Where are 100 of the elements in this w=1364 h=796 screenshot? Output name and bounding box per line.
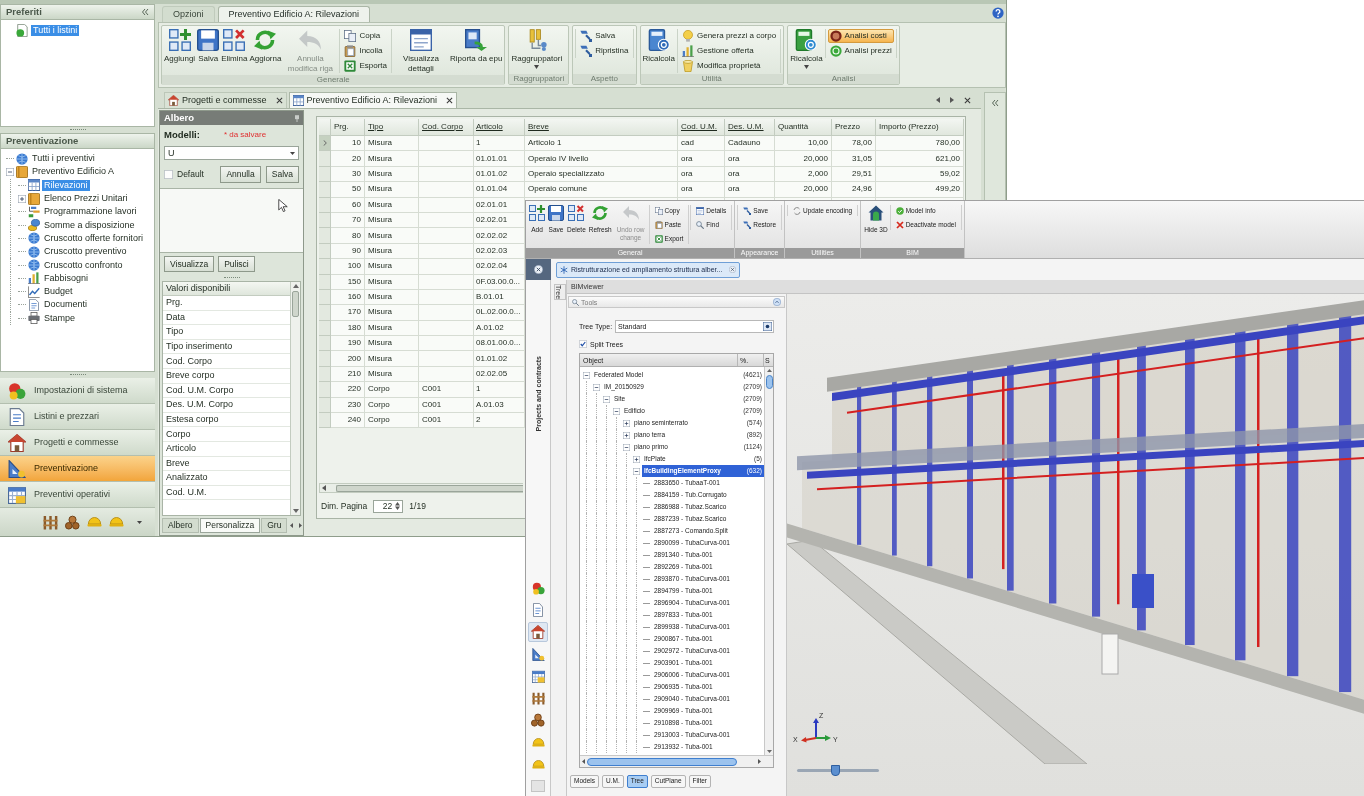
hard-hat-icon[interactable]: [87, 517, 102, 527]
dropdown-arrow-icon[interactable]: [137, 520, 142, 524]
pin-icon[interactable]: [295, 114, 299, 122]
collapse-toggle-icon[interactable]: [6, 167, 14, 176]
help-icon[interactable]: [992, 7, 1004, 19]
collapse-toggle-icon[interactable]: [613, 407, 620, 415]
ribbon-button[interactable]: Raggruppatori: [511, 29, 563, 70]
wood-pile-icon[interactable]: [65, 514, 80, 530]
nav-button[interactable]: [528, 710, 548, 730]
vertical-scrollbar[interactable]: [764, 367, 773, 755]
scroll-up-icon[interactable]: [292, 284, 299, 288]
collapse-toggle-icon[interactable]: [623, 443, 630, 451]
expand-toggle-icon[interactable]: [18, 194, 26, 203]
spin-arrows-icon[interactable]: [395, 502, 401, 510]
chevron-circle-icon[interactable]: [773, 298, 781, 306]
vertical-scrollbar[interactable]: [290, 282, 300, 515]
close-icon[interactable]: [275, 97, 283, 104]
nav-button[interactable]: Preventivazione: [0, 456, 155, 482]
ribbon-button[interactable]: Copia: [342, 29, 389, 43]
scroll-left-icon[interactable]: [582, 759, 585, 764]
nav-button[interactable]: [528, 622, 548, 642]
ribbon-button[interactable]: Ricalcola: [790, 29, 823, 70]
checkbox[interactable]: [579, 340, 587, 348]
collapse-toggle-icon[interactable]: [603, 395, 610, 403]
panel-tab[interactable]: Gru: [261, 518, 288, 533]
scrollbar-thumb[interactable]: [292, 291, 299, 317]
scroll-left-icon[interactable]: [322, 485, 326, 491]
slider-thumb[interactable]: [830, 765, 840, 776]
scroll-down-icon[interactable]: [766, 750, 772, 753]
scrollbar-thumb[interactable]: [587, 757, 737, 766]
close-icon[interactable]: [964, 97, 971, 104]
document-tab[interactable]: Preventivo Edificio A: Rilevazioni: [288, 92, 458, 108]
column-header[interactable]: Valori disponibili: [163, 282, 290, 296]
model-save-button[interactable]: Salva: [265, 166, 299, 183]
model-dropdown[interactable]: U: [164, 146, 299, 160]
scroll-left-icon[interactable]: [290, 523, 294, 528]
collapse-icon[interactable]: [141, 8, 149, 16]
horizontal-scrollbar[interactable]: [580, 755, 773, 767]
expand-toggle-icon[interactable]: [633, 455, 640, 463]
ribbon-button[interactable]: Ripristina: [578, 44, 631, 58]
tree-item[interactable]: Budget: [42, 286, 75, 298]
tree-item[interactable]: Cruscotto confronto: [42, 259, 125, 271]
fence-icon[interactable]: [43, 514, 58, 530]
ribbon-button[interactable]: Salva: [197, 29, 220, 65]
nav-button[interactable]: Progetti e commesse: [0, 430, 155, 456]
collapse-toggle-icon[interactable]: [583, 371, 590, 379]
nav-button[interactable]: Listini e prezzari: [0, 404, 155, 430]
collapse-icon[interactable]: [991, 99, 999, 107]
scrollbar-thumb[interactable]: [336, 484, 523, 492]
tree-item[interactable]: Programmazione lavori: [42, 206, 139, 218]
clear-button[interactable]: Pulisci: [218, 256, 255, 272]
model-cancel-button[interactable]: Annulla: [220, 166, 261, 183]
checkbox[interactable]: [164, 170, 173, 179]
ribbon-button[interactable]: Incolla: [342, 44, 389, 58]
ribbon-button[interactable]: Analisi prezzi: [827, 44, 894, 58]
scroll-left-icon[interactable]: [936, 97, 940, 103]
panel-tab[interactable]: Albero: [162, 518, 199, 533]
panel-tab[interactable]: Personalizza: [199, 518, 261, 533]
ribbon-button[interactable]: Aggiungi: [164, 29, 196, 65]
slider-track[interactable]: [797, 765, 879, 776]
ribbon-button[interactable]: Modifica proprietà: [680, 59, 779, 73]
scroll-right-icon[interactable]: [299, 523, 303, 528]
scroll-right-icon[interactable]: [950, 97, 954, 103]
ribbon-button[interactable]: Analisi costi: [827, 29, 894, 43]
expand-toggle-icon[interactable]: [623, 431, 630, 439]
tree-item[interactable]: Cruscotto offerte fornitori: [42, 232, 145, 244]
ribbon-button[interactable]: Ricalcola: [642, 29, 675, 65]
tree-item[interactable]: Somme a disposizione: [42, 219, 137, 231]
scroll-up-icon[interactable]: [766, 369, 772, 372]
tree-item[interactable]: Documenti: [42, 299, 90, 311]
document-tab[interactable]: Progetti e commesse: [164, 92, 287, 108]
ribbon-button[interactable]: Salva: [578, 29, 631, 43]
collapse-toggle-icon[interactable]: [633, 467, 640, 475]
hard-hat-icon[interactable]: [109, 517, 124, 527]
ribbon-tab[interactable]: Opzioni: [162, 6, 215, 22]
tree-item[interactable]: Fabbisogni: [42, 272, 91, 284]
view-button[interactable]: Visualizza: [164, 256, 215, 272]
scroll-right-icon[interactable]: [758, 759, 761, 764]
expand-toggle-icon[interactable]: [623, 419, 630, 427]
ribbon-button[interactable]: Genera prezzi a corpo: [680, 29, 779, 43]
horizontal-scrollbar[interactable]: [319, 483, 523, 493]
scrollbar-thumb[interactable]: [765, 375, 773, 389]
close-icon[interactable]: [446, 97, 454, 104]
ribbon-button[interactable]: Aggiorna: [249, 29, 282, 65]
tree-item[interactable]: Cruscotto preventivo: [42, 246, 129, 258]
nav-button[interactable]: Impostazioni di sistema: [0, 378, 155, 404]
tree-item[interactable]: Tutti i preventivi: [30, 153, 97, 165]
ribbon-tab[interactable]: Preventivo Edificio A: Rilevazioni: [217, 6, 371, 22]
tree-item[interactable]: Elenco Prezzi Unitari: [42, 193, 130, 205]
ribbon-button[interactable]: Visualizza dettagli: [394, 29, 448, 75]
page-size-field[interactable]: 22: [373, 499, 404, 513]
collapse-toggle-icon[interactable]: [593, 383, 600, 391]
ribbon-button[interactable]: Esporta: [342, 59, 389, 73]
close-button[interactable]: [526, 259, 551, 280]
ribbon-button[interactable]: Gestione offerta: [680, 44, 779, 58]
ribbon-button[interactable]: Riporta da epu: [450, 29, 503, 65]
nav-button[interactable]: Preventivi operativi: [0, 482, 155, 508]
tree-item[interactable]: Stampe: [42, 312, 78, 324]
tree-item[interactable]: Preventivo Edificio A: [30, 166, 117, 178]
ribbon-button[interactable]: Elimina: [221, 29, 248, 65]
